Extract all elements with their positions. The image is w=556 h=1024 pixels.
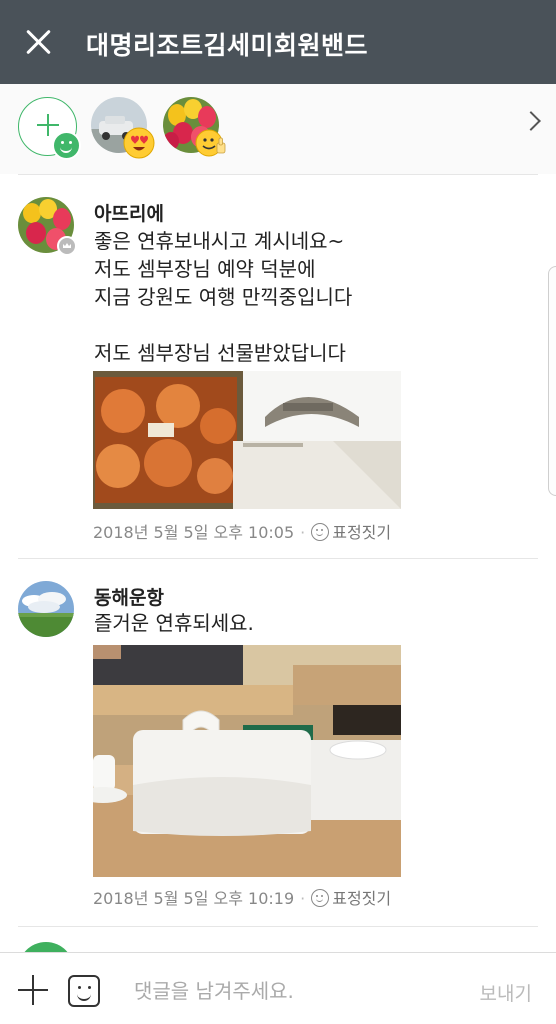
- reactions-strip: [0, 84, 556, 174]
- scroll-edge-handle[interactable]: [548, 266, 556, 496]
- comment-author[interactable]: 동해운항: [94, 583, 164, 610]
- react-button[interactable]: 표정짓기: [311, 889, 391, 908]
- avatar[interactable]: [18, 581, 74, 637]
- thumbs-up-emoji-icon: [195, 127, 227, 159]
- comment-compose-bar: 보내기: [0, 952, 556, 1024]
- divider: [18, 926, 538, 927]
- comment-item: 아뜨리에 좋은 연휴보내시고 계시네요~ 저도 셈부장님 예약 덕분에 지금 강…: [0, 175, 556, 558]
- comment-timestamp: 2018년 5월 5일 오후 10:05: [93, 523, 295, 542]
- admin-crown-icon: [57, 236, 77, 256]
- comment-text: 즐거운 연휴되세요.: [94, 611, 254, 635]
- comment-timestamp: 2018년 5월 5일 오후 10:19: [93, 889, 295, 908]
- smile-icon: [52, 131, 81, 160]
- top-bar: 대명리조트김세미회원밴드: [0, 0, 556, 84]
- add-reaction-button[interactable]: [18, 97, 81, 160]
- comment-input[interactable]: [124, 971, 444, 1011]
- smile-icon: [311, 523, 330, 541]
- comment-meta: 2018년 5월 5일 오후 10:05 · 표정짓기: [93, 523, 392, 542]
- comment-author[interactable]: 아뜨리에: [94, 199, 164, 226]
- comment-item: 동해운항 즐거운 연휴되세요. 2018년 5월 5일 오후 10:19 · 표정짓…: [0, 559, 556, 926]
- attach-plus-icon[interactable]: [18, 975, 48, 1005]
- sticker-icon[interactable]: [68, 975, 100, 1007]
- close-icon[interactable]: [18, 22, 58, 62]
- chevron-right-icon[interactable]: [521, 111, 541, 131]
- band-title: 대명리조트김세미회원밴드: [86, 31, 369, 60]
- comment-text: 좋은 연휴보내시고 계시네요~ 저도 셈부장님 예약 덕분에 지금 강원도 여행…: [94, 229, 353, 365]
- reactor-avatar-tulips[interactable]: [163, 97, 226, 157]
- comment-meta: 2018년 5월 5일 오후 10:19 · 표정짓기: [93, 889, 392, 908]
- reactor-avatar-car[interactable]: [91, 97, 155, 159]
- comment-photo[interactable]: [93, 371, 401, 509]
- react-button[interactable]: 표정짓기: [311, 523, 391, 542]
- send-button[interactable]: 보내기: [480, 979, 532, 1006]
- comment-photo[interactable]: [93, 645, 401, 877]
- heart-eyes-emoji-icon: [123, 127, 155, 159]
- smile-icon: [311, 889, 330, 907]
